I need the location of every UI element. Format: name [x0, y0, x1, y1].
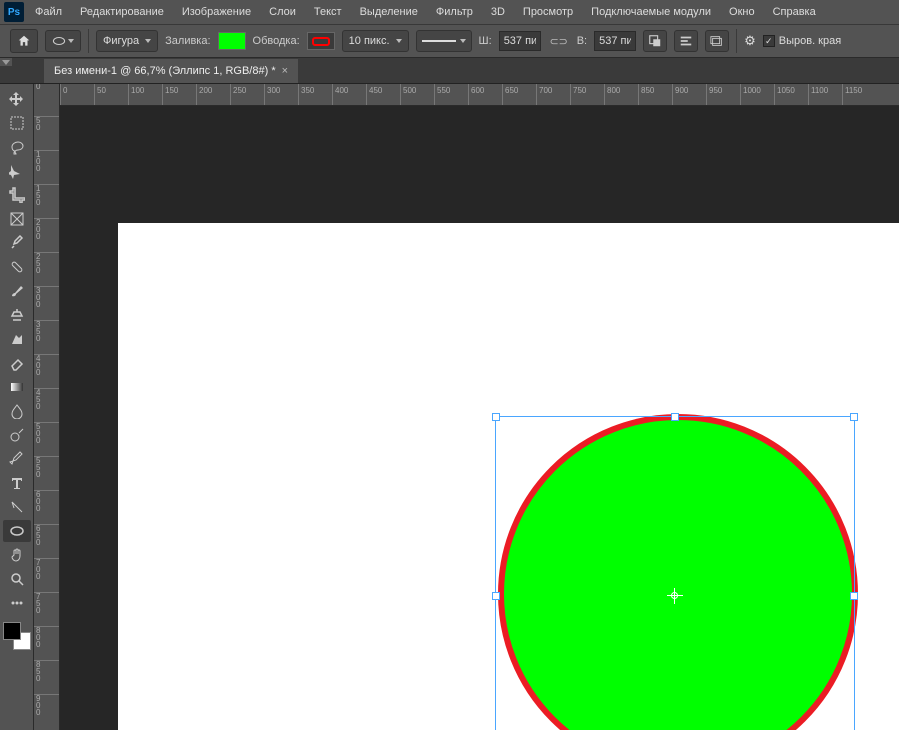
tool-pen[interactable] — [3, 448, 31, 470]
tool-gradient[interactable] — [3, 376, 31, 398]
menu-3d[interactable]: 3D — [482, 2, 514, 22]
stroke-width-dropdown[interactable]: 10 пикс. — [342, 30, 409, 52]
panel-collapse-icon[interactable] — [0, 58, 12, 66]
path-ops-button[interactable] — [643, 30, 667, 52]
tool-zoom[interactable] — [3, 568, 31, 590]
document-tab[interactable]: Без имени-1 @ 66,7% (Эллипс 1, RGB/8#) *… — [44, 59, 298, 83]
tool-move[interactable] — [3, 88, 31, 110]
document-tab-title: Без имени-1 @ 66,7% (Эллипс 1, RGB/8#) * — [54, 65, 276, 77]
align-edges-checkbox[interactable]: ✓Выров. края — [763, 35, 841, 47]
fill-swatch[interactable] — [218, 32, 246, 50]
menu-выделение[interactable]: Выделение — [351, 2, 427, 22]
tool-ellipse[interactable] — [3, 520, 31, 542]
home-button[interactable] — [10, 29, 38, 53]
menu-справка[interactable]: Справка — [764, 2, 825, 22]
tool-eraser[interactable] — [3, 352, 31, 374]
tool-eyedropper[interactable] — [3, 232, 31, 254]
align-button[interactable] — [674, 30, 698, 52]
menu-изображение[interactable]: Изображение — [173, 2, 260, 22]
menu-подключаемые модули[interactable]: Подключаемые модули — [582, 2, 720, 22]
fill-label: Заливка: — [165, 35, 210, 47]
menu-просмотр[interactable]: Просмотр — [514, 2, 582, 22]
ruler-vertical: 0501001502002503003504004505005506006507… — [34, 84, 60, 730]
menu-слои[interactable]: Слои — [260, 2, 305, 22]
height-input[interactable] — [594, 31, 636, 51]
tool-lasso[interactable] — [3, 136, 31, 158]
gear-icon[interactable]: ⚙ — [744, 33, 756, 49]
tool-type[interactable] — [3, 472, 31, 494]
tool-brush[interactable] — [3, 280, 31, 302]
toolbox — [0, 84, 34, 730]
stroke-swatch[interactable] — [307, 32, 335, 50]
tab-bar: Без имени-1 @ 66,7% (Эллипс 1, RGB/8#) *… — [0, 58, 899, 84]
ruler-horizontal: 0501001502002503003504004505005506006507… — [60, 84, 899, 106]
menu-файл[interactable]: Файл — [26, 2, 71, 22]
tool-marquee[interactable] — [3, 112, 31, 134]
menubar: Ps ФайлРедактированиеИзображениеСлоиТекс… — [0, 0, 899, 24]
close-tab-icon[interactable]: × — [282, 65, 288, 77]
menu-фильтр[interactable]: Фильтр — [427, 2, 482, 22]
tool-magic[interactable] — [3, 160, 31, 182]
tool-clone[interactable] — [3, 304, 31, 326]
height-label: В: — [577, 35, 587, 47]
tool-preset-selector[interactable] — [45, 30, 81, 52]
menu-окно[interactable]: Окно — [720, 2, 764, 22]
tool-history[interactable] — [3, 328, 31, 350]
tool-hand[interactable] — [3, 544, 31, 566]
tool-more[interactable] — [3, 592, 31, 614]
width-label: Ш: — [479, 35, 492, 47]
options-bar: Фигура Заливка: Обводка: 10 пикс. Ш: ⊂⊃ … — [0, 24, 899, 58]
tool-frame[interactable] — [3, 208, 31, 230]
tool-path[interactable] — [3, 496, 31, 518]
menu-текст[interactable]: Текст — [305, 2, 351, 22]
stroke-type-dropdown[interactable] — [416, 30, 472, 52]
tool-heal[interactable] — [3, 256, 31, 278]
stroke-label: Обводка: — [253, 35, 300, 47]
menu-редактирование[interactable]: Редактирование — [71, 2, 173, 22]
tool-blur[interactable] — [3, 400, 31, 422]
logo-photoshop: Ps — [4, 2, 24, 22]
arrange-button[interactable] — [705, 30, 729, 52]
canvas-viewport[interactable] — [60, 106, 899, 730]
width-input[interactable] — [499, 31, 541, 51]
foreground-swatch[interactable] — [3, 622, 21, 640]
tool-crop[interactable] — [3, 184, 31, 206]
mode-dropdown[interactable]: Фигура — [96, 30, 158, 52]
tool-dodge[interactable] — [3, 424, 31, 446]
link-wh-icon[interactable]: ⊂⊃ — [548, 32, 570, 50]
color-picker-pair[interactable] — [3, 622, 31, 650]
